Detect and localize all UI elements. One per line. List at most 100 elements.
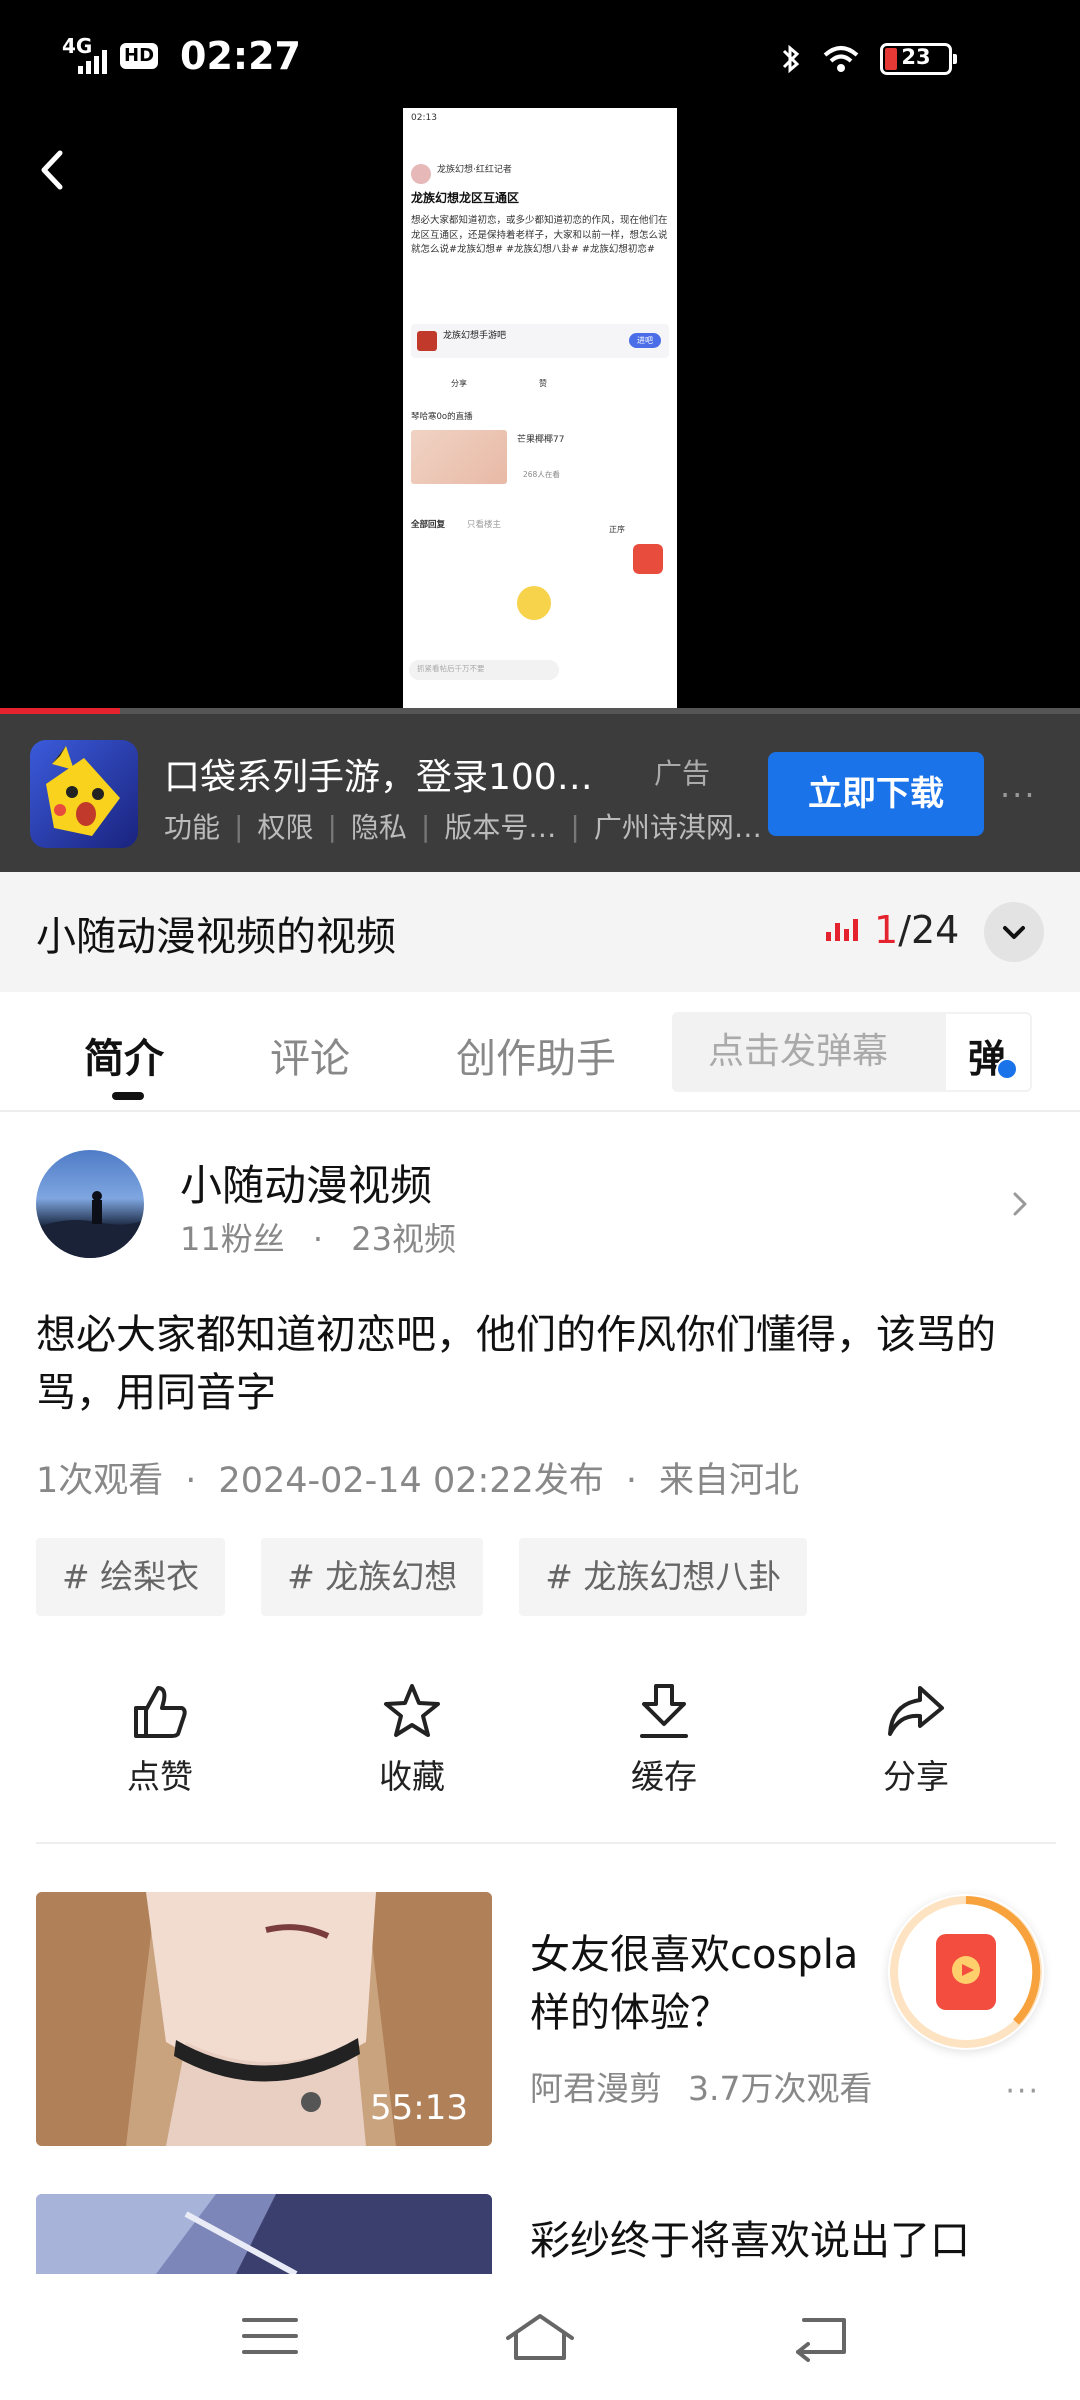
tab-comments[interactable]: 评论 [270, 1026, 350, 1084]
download-button[interactable]: 立即下载 [768, 752, 984, 836]
favorite-button[interactable]: 收藏 [332, 1680, 492, 1798]
bluetooth-icon [782, 44, 800, 74]
author-fans: 11粉丝 [180, 1220, 285, 1258]
video-player[interactable]: 02:13 龙族幻想·红红记者 龙族幻想龙区互通区 想必大家都知道初恋，或多少都… [0, 108, 1080, 714]
ad-links: 功能 | 权限 | 隐私 | 版本号… | 广州诗淇网… [164, 806, 762, 846]
clock: 02:27 [180, 34, 301, 78]
playlist-header[interactable]: 小随动漫视频的视频 1 /24 [0, 872, 1080, 992]
publish-date: 2024-02-14 02:22发布 [218, 1461, 604, 1501]
video-title[interactable]: 女友很喜欢cospla 样的体验？ [530, 1926, 940, 2042]
tag-chip[interactable]: # 龙族幻想 [261, 1538, 484, 1616]
star-icon [384, 1684, 440, 1737]
thumbs-up-icon [134, 1686, 187, 1738]
recommended-video[interactable]: 彩纱终于将喜欢说出了口 [36, 2194, 1056, 2274]
embedded-sort: 正序 [609, 525, 625, 534]
author-videos: 23视频 [351, 1220, 456, 1258]
uploader-name: 阿君漫剪 [530, 2069, 662, 2108]
video-thumbnail[interactable]: 55:13 [36, 1892, 492, 2146]
embedded-red-envelope [633, 544, 663, 574]
cache-label: 缓存 [631, 1757, 697, 1796]
wifi-icon [823, 46, 859, 72]
video-frame-screenshot: 02:13 龙族幻想·红红记者 龙族幻想龙区互通区 想必大家都知道初恋，或多少都… [403, 108, 677, 710]
back-arrow-icon[interactable] [24, 135, 84, 205]
danmaku-input[interactable]: 点击发弹幕 [672, 1012, 944, 1092]
playlist-current: 1 [874, 908, 899, 952]
ad-developer: 广州诗淇网… [593, 811, 762, 844]
more-options-button[interactable]: ··· [1005, 2074, 1040, 2109]
video-thumbnail[interactable] [36, 2194, 492, 2274]
share-label: 分享 [883, 1757, 949, 1796]
menu-icon[interactable] [230, 2306, 310, 2366]
playlist-position: 1 /24 [826, 908, 959, 952]
status-bar: 4G HD 02:27 23 [0, 0, 1080, 120]
like-label: 点赞 [127, 1757, 193, 1796]
tab-bar: 简介 评论 创作助手 点击发弹幕 弹 [0, 992, 1080, 1112]
playing-equalizer-icon [826, 919, 858, 941]
video-duration: 55:13 [370, 2088, 468, 2128]
author-avatar[interactable] [36, 1150, 144, 1258]
share-arrow-icon [888, 1686, 944, 1736]
author-stats: 11粉丝 · 23视频 [180, 1220, 456, 1258]
location: 来自河北 [658, 1461, 799, 1501]
video-meta: 1次观看 · 2024-02-14 02:22发布 · 来自河北 [36, 1461, 799, 1501]
tag-chip[interactable]: # 绘梨衣 [36, 1538, 226, 1616]
embedded-like: 赞 [539, 379, 547, 388]
embedded-forum-button: 进吧 [629, 333, 661, 348]
battery-level: 23 [901, 45, 931, 69]
embedded-live-section: 琴哈寒0o的直播 [411, 412, 473, 422]
system-nav-bar [0, 2274, 1080, 2400]
favorite-label: 收藏 [379, 1757, 445, 1796]
ad-app-icon[interactable] [30, 740, 138, 848]
tab-intro[interactable]: 简介 [84, 1026, 164, 1084]
home-icon[interactable] [500, 2306, 580, 2366]
author-name[interactable]: 小随动漫视频 [180, 1152, 432, 1213]
playlist-total: /24 [898, 908, 960, 952]
embedded-status-time: 02:13 [411, 113, 437, 123]
video-description: 想必大家都知道初恋吧，他们的作风你们懂得，该骂的骂，用同音字 [36, 1312, 996, 1416]
chevron-down-icon [1003, 926, 1025, 939]
video-title[interactable]: 彩纱终于将喜欢说出了口 [530, 2212, 1056, 2270]
ad-more-button[interactable]: ··· [1000, 776, 1037, 814]
tag-list: # 绘梨衣 # 龙族幻想 # 龙族幻想八卦 [36, 1538, 808, 1616]
embedded-live-thumb [411, 430, 507, 484]
cache-button[interactable]: 缓存 [584, 1680, 744, 1798]
status-left: 4G HD 02:27 [62, 34, 301, 78]
like-button[interactable]: 点赞 [80, 1680, 240, 1798]
hd-badge: HD [120, 43, 159, 69]
video-views: 3.7万次观看 [688, 2069, 873, 2108]
action-bar: 点赞 收藏 缓存 分享 [0, 1680, 1080, 1810]
embedded-live-viewers: 268人在看 [523, 470, 560, 479]
back-nav-icon[interactable] [784, 2306, 864, 2366]
status-right: 23 [780, 42, 957, 76]
embedded-author: 龙族幻想·红红记者 [437, 165, 512, 175]
embedded-emoji [517, 586, 551, 620]
share-button[interactable]: 分享 [836, 1680, 996, 1798]
embedded-reply-placeholder: 抓紧看帖后千万不要 [417, 664, 485, 673]
tab-creator-assistant[interactable]: 创作助手 [456, 1026, 616, 1084]
ad-banner[interactable]: 口袋系列手游，登录100… 广告 功能 | 权限 | 隐私 | 版本号… | 广… [0, 714, 1080, 872]
divider [36, 1842, 1056, 1844]
ad-version: 版本号… [444, 811, 557, 844]
ad-link-permissions[interactable]: 权限 [257, 806, 313, 846]
ad-title[interactable]: 口袋系列手游，登录100… [164, 748, 634, 800]
red-envelope-reward-button[interactable] [888, 1894, 1044, 2050]
chevron-right-icon[interactable] [1006, 1186, 1036, 1222]
video-info: 阿君漫剪 3.7万次观看 [530, 2062, 872, 2110]
danmaku-toggle[interactable]: 弹 [944, 1012, 1032, 1092]
signal-icon: 4G [62, 36, 107, 76]
download-icon [640, 1684, 688, 1738]
embedded-body: 想必大家都知道初恋，或多少都知道初恋的作风，现在他们在龙区互通区，还是保持着老样… [411, 215, 668, 256]
embedded-avatar [411, 164, 431, 184]
check-badge-icon [996, 1058, 1018, 1080]
expand-playlist-button[interactable] [984, 902, 1044, 962]
embedded-forum-name: 龙族幻想手游吧 [443, 331, 507, 341]
embedded-live-name: 芒果椰椰77 [517, 435, 565, 445]
playlist-title: 小随动漫视频的视频 [36, 914, 396, 960]
embedded-title: 龙族幻想龙区互通区 [411, 191, 520, 205]
tag-chip[interactable]: # 龙族幻想八卦 [519, 1538, 808, 1616]
embedded-share: 分享 [451, 379, 467, 388]
ad-link-privacy[interactable]: 隐私 [351, 806, 407, 846]
ad-label: 广告 [654, 757, 711, 790]
battery-icon: 23 [880, 43, 957, 75]
ad-link-features[interactable]: 功能 [164, 806, 220, 846]
